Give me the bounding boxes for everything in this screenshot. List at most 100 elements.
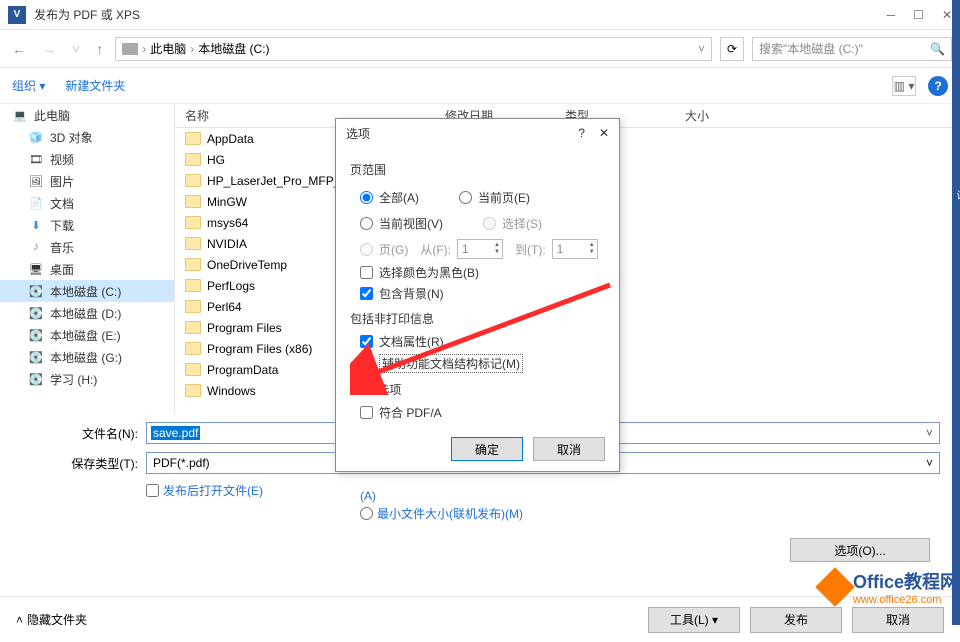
up-button[interactable]: ↑ (92, 41, 107, 57)
include-bg-checkbox[interactable] (360, 287, 373, 300)
color-bw-checkbox[interactable] (360, 266, 373, 279)
dialog-help-icon[interactable]: ? (578, 126, 585, 140)
cube-icon: 🧊 (28, 130, 44, 144)
sidebar-item-label: 本地磁盘 (C:) (50, 283, 121, 300)
breadcrumb-root[interactable]: 此电脑 (150, 40, 186, 57)
view-options[interactable]: ▥ ▾ (892, 76, 916, 96)
sidebar-item-label: 视频 (50, 151, 74, 168)
folder-icon (185, 153, 201, 166)
file-name: HG (207, 153, 225, 167)
refresh-button[interactable]: ⟳ (720, 37, 744, 61)
sidebar-root-label: 此电脑 (34, 107, 70, 124)
app-right-border: 设 (952, 0, 960, 625)
sidebar-item-pictures[interactable]: 🖼图片 (0, 170, 174, 192)
document-icon: 📄 (28, 196, 44, 210)
sidebar-item-music[interactable]: ♪音乐 (0, 236, 174, 258)
folder-icon (185, 237, 201, 250)
from-spinner[interactable]: 1 (457, 239, 503, 259)
folder-icon (185, 216, 201, 229)
sidebar-root[interactable]: 💻 此电脑 (0, 104, 174, 126)
file-name: PerfLogs (207, 279, 255, 293)
recent-dropdown[interactable]: ˅ (68, 41, 84, 57)
accessibility-label: 辅助功能文档结构标记(M) (379, 354, 523, 373)
forward-button[interactable]: → (38, 41, 60, 57)
filetype-value: PDF(*.pdf) (153, 456, 210, 470)
to-spinner[interactable]: 1 (552, 239, 598, 259)
range-pages-radio (360, 243, 373, 256)
group-nonprint: 包括非打印信息 (350, 310, 605, 327)
dialog-close-icon[interactable]: ✕ (599, 126, 609, 140)
sidebar-item-3d[interactable]: 🧊 3D 对象 (0, 126, 174, 148)
dialog-ok-button[interactable]: 确定 (451, 437, 523, 461)
group-pdf: PDF 选项 (350, 381, 605, 398)
sidebar-item-drive-e[interactable]: 💽本地磁盘 (E:) (0, 324, 174, 346)
dialog-cancel-button[interactable]: 取消 (533, 437, 605, 461)
range-all-radio[interactable] (360, 191, 373, 204)
maximize-icon[interactable]: ☐ (913, 8, 924, 22)
column-size[interactable]: 大小 (675, 107, 755, 124)
drive-icon: 💽 (28, 372, 44, 386)
optimize-min-label: 最小文件大小(联机发布)(M) (377, 505, 523, 522)
range-view-label: 当前视图(V) (379, 215, 443, 232)
pdfa-checkbox[interactable] (360, 406, 373, 419)
back-button[interactable]: ← (8, 41, 30, 57)
sidebar-item-videos[interactable]: 🎞视频 (0, 148, 174, 170)
folder-icon (185, 258, 201, 271)
docprops-checkbox[interactable] (360, 335, 373, 348)
sidebar-item-desktop[interactable]: 🖥桌面 (0, 258, 174, 280)
pdfa-label: 符合 PDF/A (379, 404, 442, 421)
options-button[interactable]: 选项(O)... (790, 538, 930, 562)
search-placeholder: 搜索"本地磁盘 (C:)" (759, 40, 863, 57)
sidebar-item-documents[interactable]: 📄 文档 (0, 192, 174, 214)
range-view-radio[interactable] (360, 217, 373, 230)
breadcrumb[interactable]: › 此电脑 › 本地磁盘 (C:) ˅ (115, 37, 712, 61)
file-name: HP_LaserJet_Pro_MFP_ (207, 174, 340, 188)
tools-menu[interactable]: 工具(L) ▾ (648, 607, 740, 633)
sidebar-item-drive-g[interactable]: 💽本地磁盘 (G:) (0, 346, 174, 368)
watermark-brand: Office教程网 (853, 568, 958, 594)
file-name: msys64 (207, 216, 248, 230)
chevron-down-icon[interactable]: ˅ (698, 42, 705, 56)
sidebar-item-downloads[interactable]: ⬇下载 (0, 214, 174, 236)
range-current-radio[interactable] (459, 191, 472, 204)
sidebar-item-label: 本地磁盘 (E:) (50, 327, 121, 344)
publish-button[interactable]: 发布 (750, 607, 842, 633)
cancel-button[interactable]: 取消 (852, 607, 944, 633)
file-name: Windows (207, 384, 256, 398)
sidebar-item-drive-h[interactable]: 💽学习 (H:) (0, 368, 174, 390)
accessibility-checkbox[interactable] (360, 357, 373, 370)
color-bw-label: 选择颜色为黑色(B) (379, 264, 479, 281)
breadcrumb-drive[interactable]: 本地磁盘 (C:) (198, 40, 269, 57)
new-folder-button[interactable]: 新建文件夹 (65, 77, 125, 94)
search-input[interactable]: 搜索"本地磁盘 (C:)" 🔍 (752, 37, 952, 61)
chevron-right-icon: › (142, 42, 146, 56)
help-icon[interactable]: ? (928, 76, 948, 96)
open-after-checkbox[interactable] (146, 484, 159, 497)
sidebar-item-label: 3D 对象 (50, 129, 93, 146)
file-name: OneDriveTemp (207, 258, 287, 272)
from-label: 从(F): (420, 241, 451, 258)
optimize-a-link[interactable]: (A) (360, 489, 376, 503)
sidebar-item-drive-c[interactable]: 💽本地磁盘 (C:) (0, 280, 174, 302)
minimize-icon[interactable]: ─ (887, 8, 896, 22)
drive-icon: 💽 (28, 306, 44, 320)
watermark: Office教程网 www.office26.com (821, 568, 958, 606)
file-name: Perl64 (207, 300, 242, 314)
sidebar-item-label: 下载 (50, 217, 74, 234)
file-name: NVIDIA (207, 237, 247, 251)
folder-icon (185, 195, 201, 208)
close-icon[interactable]: ✕ (942, 8, 952, 22)
sidebar-item-label: 文档 (50, 195, 74, 212)
sidebar-item-drive-d[interactable]: 💽本地磁盘 (D:) (0, 302, 174, 324)
folder-icon (185, 363, 201, 376)
group-page-range: 页范围 (350, 161, 605, 178)
app-icon: V (8, 6, 26, 24)
filename-label: 文件名(N): (60, 425, 138, 442)
organize-menu[interactable]: 组织 ▾ (12, 77, 45, 94)
chevron-down-icon[interactable]: ˅ (920, 426, 939, 440)
optimize-min-radio[interactable] (360, 507, 373, 520)
window-title: 发布为 PDF 或 XPS (34, 6, 140, 23)
hide-folders-toggle[interactable]: ˄ 隐藏文件夹 (16, 611, 87, 628)
file-name: Program Files (x86) (207, 342, 312, 356)
sidebar: 💻 此电脑 🧊3D 对象 🎞视频 🖼图片 📄文档 ⬇下载 ♪音乐 🖥桌面 💽本地… (0, 104, 175, 414)
